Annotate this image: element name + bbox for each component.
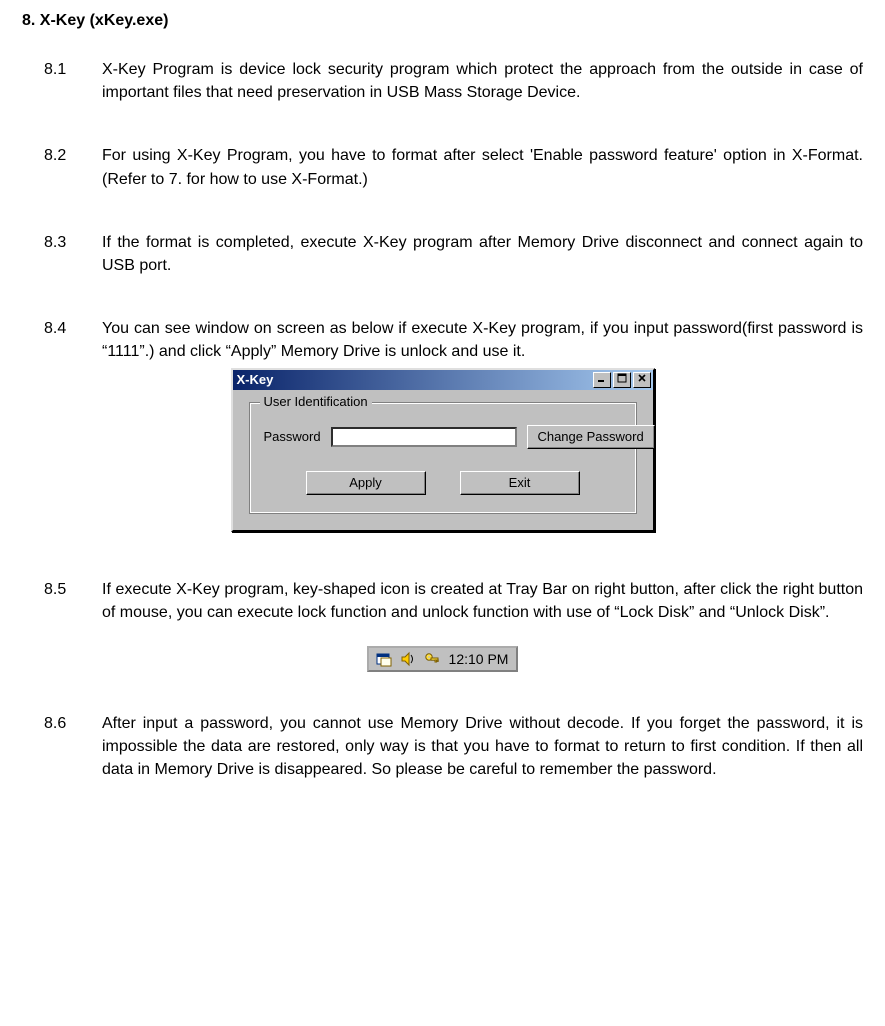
section-number: 8.5 — [22, 578, 102, 624]
minimize-button[interactable] — [593, 372, 611, 388]
user-identification-group: User Identification Password Change Pass… — [249, 402, 637, 514]
password-label: Password — [264, 429, 321, 444]
xkey-dialog-figure: X-Key User Identification Password Chang… — [22, 368, 863, 532]
section-text: If the format is completed, execute X-Ke… — [102, 231, 863, 277]
password-input[interactable] — [331, 427, 517, 447]
section-number: 8.3 — [22, 231, 102, 277]
system-tray-icon[interactable] — [375, 650, 393, 668]
page-heading: 8. X-Key (xKey.exe) — [22, 12, 863, 30]
section-8-1: 8.1 X-Key Program is device lock securit… — [22, 58, 863, 104]
minimize-icon — [597, 373, 607, 383]
speaker-icon[interactable] — [399, 650, 417, 668]
maximize-icon — [617, 373, 627, 383]
exit-button[interactable]: Exit — [460, 471, 580, 495]
section-8-5: 8.5 If execute X-Key program, key-shaped… — [22, 578, 863, 624]
section-number: 8.6 — [22, 712, 102, 782]
section-number: 8.4 — [22, 317, 102, 363]
section-text: X-Key Program is device lock security pr… — [102, 58, 863, 104]
section-8-3: 8.3 If the format is completed, execute … — [22, 231, 863, 277]
section-text: If execute X-Key program, key-shaped ico… — [102, 578, 863, 624]
section-number: 8.2 — [22, 144, 102, 190]
close-button[interactable] — [633, 372, 651, 388]
tray-clock: 12:10 PM — [449, 651, 509, 667]
apply-button[interactable]: Apply — [306, 471, 426, 495]
tray-bar-figure: 12:10 PM — [22, 646, 863, 672]
xkey-dialog: X-Key User Identification Password Chang… — [231, 368, 655, 532]
section-8-4: 8.4 You can see window on screen as belo… — [22, 317, 863, 363]
window-title: X-Key — [237, 372, 591, 387]
section-number: 8.1 — [22, 58, 102, 104]
section-text: For using X-Key Program, you have to for… — [102, 144, 863, 190]
section-8-6: 8.6 After input a password, you cannot u… — [22, 712, 863, 782]
section-text: After input a password, you cannot use M… — [102, 712, 863, 782]
close-icon — [637, 373, 647, 383]
section-text: You can see window on screen as below if… — [102, 317, 863, 363]
groupbox-legend: User Identification — [260, 394, 372, 409]
maximize-button[interactable] — [613, 372, 631, 388]
section-8-2: 8.2 For using X-Key Program, you have to… — [22, 144, 863, 190]
key-icon[interactable] — [423, 650, 441, 668]
change-password-button[interactable]: Change Password — [527, 425, 655, 449]
titlebar: X-Key — [233, 370, 653, 390]
system-tray: 12:10 PM — [367, 646, 519, 672]
